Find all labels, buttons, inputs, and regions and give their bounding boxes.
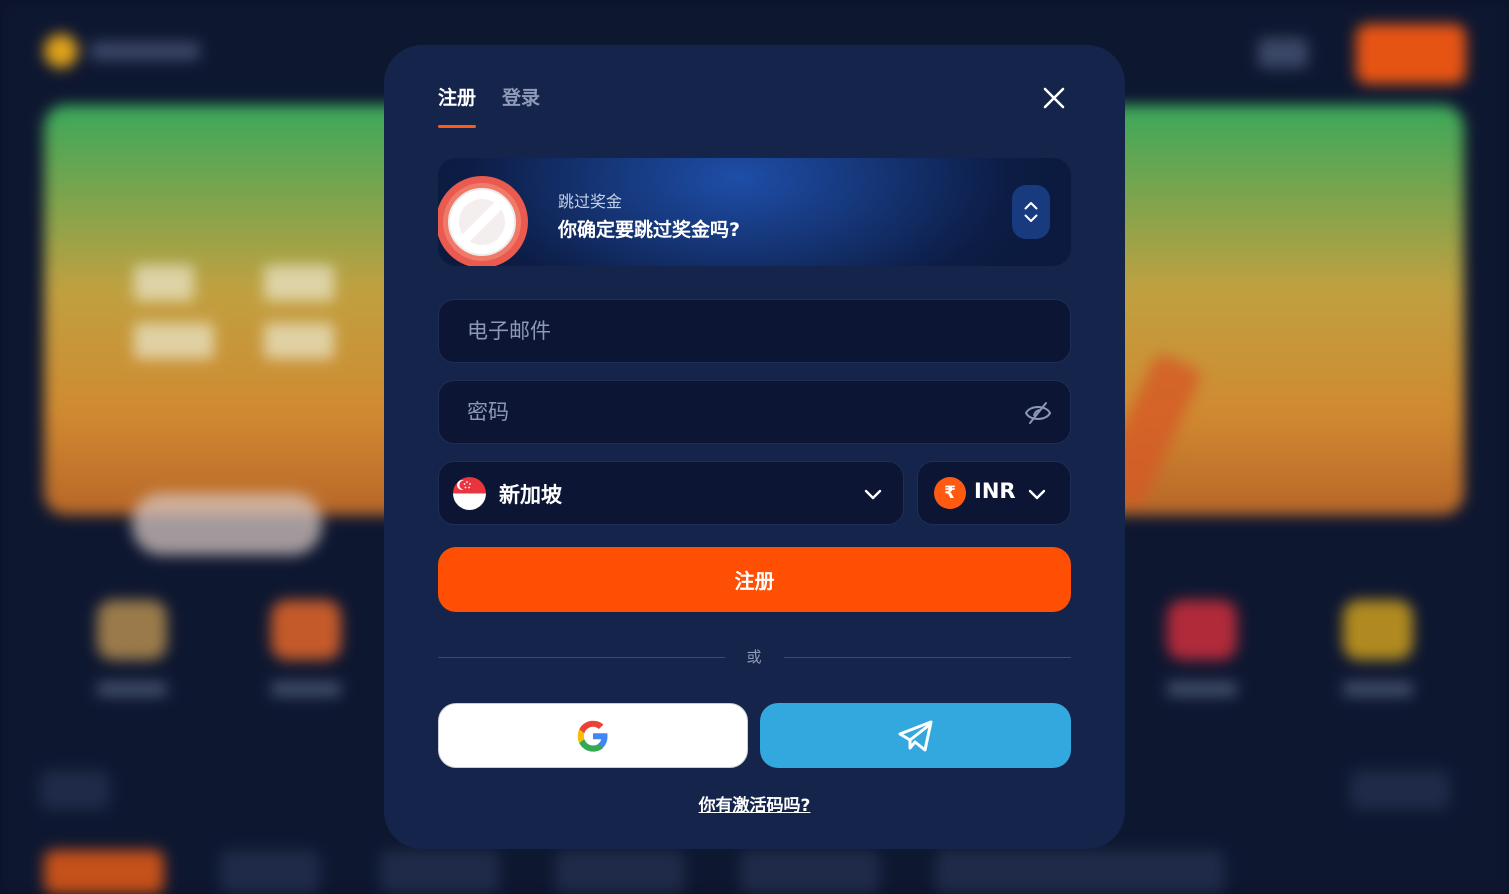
close-icon (1043, 87, 1065, 109)
background-chip (935, 850, 1225, 894)
singapore-flag-icon (453, 477, 486, 510)
background-chip (220, 850, 320, 894)
telegram-icon (898, 720, 932, 751)
email-field[interactable] (467, 300, 1007, 362)
rupee-icon: ₹ (934, 477, 966, 509)
bonus-card: 跳过奖金 你确定要跳过奖金吗? (438, 158, 1071, 266)
background-signup-button (1356, 24, 1466, 84)
google-login-button[interactable] (438, 703, 748, 768)
bonus-title: 你确定要跳过奖金吗? (558, 219, 741, 241)
tab-register[interactable]: 注册 (438, 83, 476, 110)
divider-line (784, 657, 1071, 658)
chevron-down-icon (864, 489, 882, 500)
background-chip (44, 850, 164, 894)
eye-off-icon[interactable] (1024, 400, 1052, 426)
currency-value: INR (974, 479, 1016, 503)
register-modal: 注册 登录 跳过奖金 你确定要跳过奖金吗? 电子邮件 新加坡 ₹ INR 注册 … (384, 45, 1125, 849)
background-logo (44, 32, 204, 72)
background-category (1338, 600, 1418, 710)
country-value: 新加坡 (499, 483, 562, 507)
activation-code-link[interactable]: 你有激活码吗? (384, 791, 1125, 816)
block-icon (438, 172, 530, 266)
bonus-toggle-button[interactable] (1012, 185, 1050, 239)
background-link (1350, 770, 1450, 810)
bonus-subtitle: 跳过奖金 (558, 192, 623, 211)
password-field-wrapper (438, 380, 1071, 444)
chevron-down-icon (1024, 214, 1038, 222)
chevron-up-icon (1024, 202, 1038, 210)
register-button[interactable]: 注册 (438, 547, 1071, 612)
background-category (266, 600, 346, 710)
divider-line (438, 657, 725, 658)
password-field[interactable] (467, 381, 1007, 443)
telegram-login-button[interactable] (760, 703, 1071, 768)
background-heading (40, 770, 110, 810)
background-chip (380, 850, 500, 894)
currency-select[interactable]: ₹ INR (917, 461, 1071, 525)
close-button[interactable] (1037, 81, 1071, 115)
background-category (92, 600, 172, 710)
divider-text: 或 (746, 648, 762, 666)
google-icon (577, 720, 608, 752)
background-chip (740, 850, 880, 894)
chevron-down-icon (1028, 489, 1046, 500)
background-chip (555, 850, 685, 894)
country-select[interactable]: 新加坡 (438, 461, 904, 525)
background-category (1162, 600, 1242, 710)
active-tab-indicator (438, 125, 476, 128)
email-field-wrapper (438, 299, 1071, 363)
background-login-button (1258, 38, 1308, 68)
tab-login[interactable]: 登录 (502, 83, 540, 110)
